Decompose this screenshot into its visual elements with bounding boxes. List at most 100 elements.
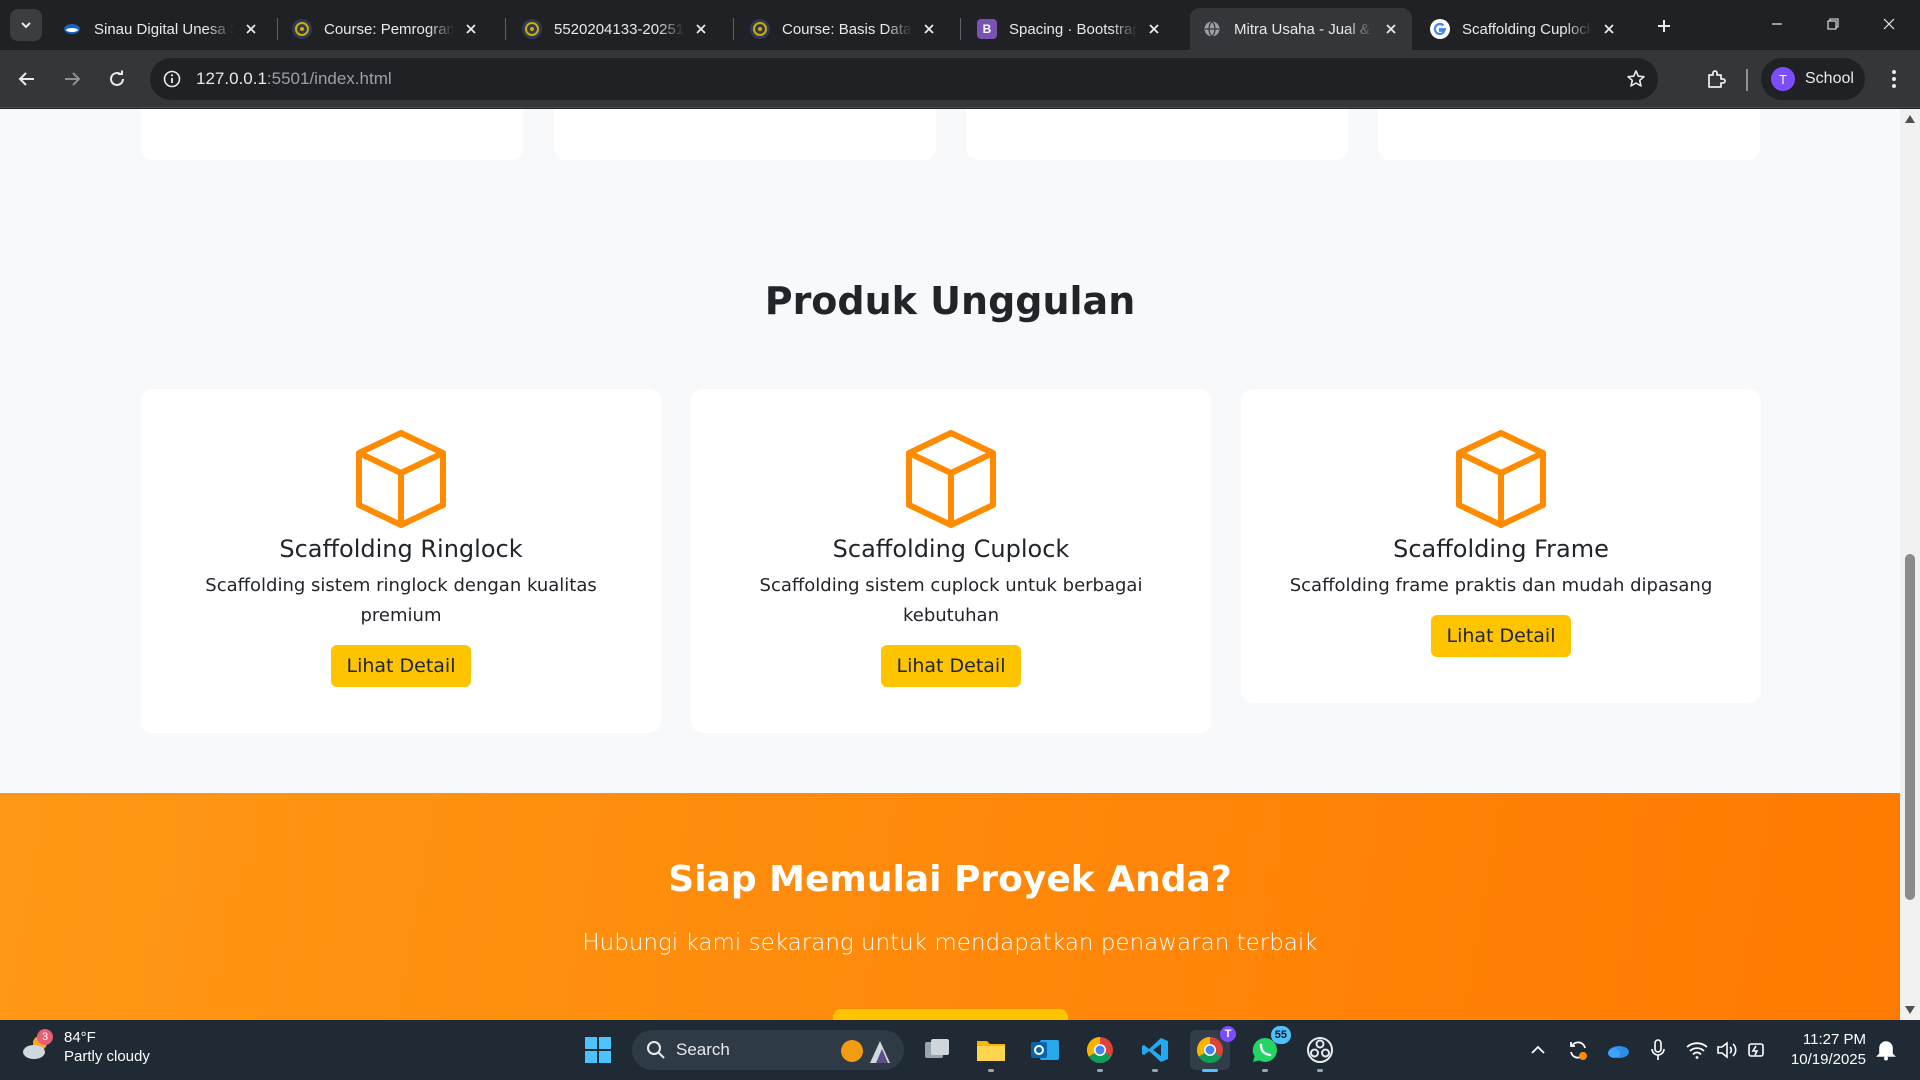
profile-badge: T — [1220, 1026, 1236, 1042]
volume-icon[interactable] — [1715, 1038, 1739, 1062]
minimize-icon — [1772, 23, 1782, 25]
tab-course-basis-data[interactable]: Course: Basis Data — [738, 8, 950, 50]
url-host: 127.0.0.1 — [196, 69, 267, 88]
taskbar-chrome-2[interactable]: T — [1190, 1026, 1236, 1072]
product-name: Scaffolding Cuplock — [832, 535, 1070, 563]
taskbar-search[interactable]: Search — [632, 1030, 904, 1070]
scroll-up-icon[interactable] — [1904, 113, 1916, 125]
toolbar-divider — [1746, 69, 1748, 91]
close-icon[interactable] — [1145, 20, 1163, 38]
view-detail-button[interactable]: Lihat Detail — [881, 645, 1021, 687]
start-button[interactable] — [578, 1030, 618, 1070]
tab-scaffolding-cuplock[interactable]: Scaffolding Cuplock — [1418, 8, 1630, 50]
view-detail-button[interactable]: Lihat Detail — [1431, 615, 1571, 657]
unesa-logo-icon — [750, 19, 770, 39]
partly-cloudy-icon: 3 — [20, 1029, 56, 1065]
chrome-icon — [1196, 1036, 1223, 1064]
close-icon[interactable] — [462, 20, 480, 38]
search-label: Search — [676, 1040, 730, 1059]
microphone-icon[interactable] — [1646, 1038, 1670, 1062]
site-info-icon[interactable] — [162, 69, 182, 89]
onedrive-icon[interactable] — [1606, 1038, 1630, 1062]
running-indicator — [1202, 1069, 1218, 1072]
unesa-logo-icon — [522, 19, 542, 39]
wifi-icon[interactable] — [1685, 1038, 1709, 1062]
puzzle-icon — [1708, 70, 1726, 88]
extensions-button[interactable] — [1700, 63, 1732, 95]
taskbar-vscode[interactable] — [1135, 1030, 1175, 1072]
product-description: Scaffolding frame praktis dan mudah dipa… — [1289, 575, 1713, 596]
page-viewport: Produk Unggulan Scaffolding Ringlock Sca… — [0, 109, 1920, 1020]
tab-title: Course: Pemrograma — [324, 20, 454, 38]
bookmark-star-icon[interactable] — [1624, 67, 1648, 91]
scroll-down-icon[interactable] — [1904, 1004, 1916, 1016]
chevron-up-icon — [1531, 1045, 1545, 1054]
browser-menu-button[interactable] — [1878, 63, 1910, 95]
tab-sinau-digital[interactable]: Sinau Digital Unesa S — [50, 8, 272, 50]
weather-widget[interactable]: 3 84°F Partly cloudy — [20, 1028, 150, 1066]
tab-course-5520204133[interactable]: 5520204133-20251-P — [510, 8, 722, 50]
close-icon[interactable] — [1600, 20, 1618, 38]
product-card-cuplock: Scaffolding Cuplock Scaffolding sistem c… — [691, 389, 1211, 733]
taskbar-outlook[interactable] — [1025, 1030, 1065, 1070]
close-icon[interactable] — [692, 20, 710, 38]
chrome-icon — [1086, 1036, 1113, 1064]
window-close-button[interactable] — [1866, 6, 1912, 42]
tab-separator — [505, 18, 506, 40]
weather-badge: 3 — [37, 1029, 53, 1045]
page-scrollbar[interactable] — [1900, 109, 1920, 1020]
notification-bell-icon[interactable] — [1874, 1038, 1898, 1062]
reload-button[interactable] — [101, 63, 133, 95]
profile-button[interactable]: T School — [1761, 58, 1865, 100]
battery-icon[interactable] — [1745, 1038, 1769, 1062]
view-detail-button[interactable]: Lihat Detail — [331, 645, 471, 687]
system-clock[interactable]: 11:27 PM 10/19/2025 — [1786, 1030, 1866, 1070]
tab-course-pemrograman[interactable]: Course: Pemrograma — [280, 8, 492, 50]
tab-mitra-usaha[interactable]: Mitra Usaha - Jual & — [1190, 8, 1412, 50]
tab-separator — [277, 18, 278, 40]
tab-bootstrap-spacing[interactable]: B Spacing · Bootstrap v — [965, 8, 1175, 50]
product-description: Scaffolding sistem ringlock dengan kuali… — [205, 575, 597, 626]
back-button[interactable] — [11, 63, 43, 95]
feature-card — [554, 109, 936, 160]
tab-title: Spacing · Bootstrap v — [1009, 20, 1137, 38]
running-indicator — [1152, 1069, 1158, 1072]
url-path: :5501/index.html — [266, 69, 392, 88]
restore-icon — [1827, 18, 1839, 30]
sync-tray-icon[interactable] — [1566, 1038, 1590, 1062]
taskbar-obs[interactable] — [1300, 1030, 1340, 1072]
folder-icon — [977, 1041, 1005, 1061]
scrollbar-thumb[interactable] — [1905, 554, 1915, 900]
taskbar-chrome-1[interactable] — [1080, 1030, 1120, 1072]
feature-card — [141, 109, 523, 160]
taskbar-whatsapp[interactable]: 55 — [1245, 1026, 1291, 1072]
section-title: Produk Unggulan — [764, 279, 1136, 323]
taskbar-file-explorer[interactable] — [971, 1030, 1011, 1072]
windows-icon — [585, 1037, 611, 1063]
close-icon[interactable] — [242, 20, 260, 38]
tab-separator — [733, 18, 734, 40]
close-icon[interactable] — [1382, 20, 1400, 38]
minimize-button[interactable] — [1754, 6, 1800, 42]
close-icon[interactable] — [920, 20, 938, 38]
new-tab-button[interactable] — [1650, 12, 1678, 40]
tab-search-button[interactable] — [10, 9, 42, 41]
unesa-sinau-icon — [62, 19, 82, 39]
show-hidden-icons[interactable] — [1526, 1038, 1550, 1062]
forward-button[interactable] — [56, 63, 88, 95]
restore-button[interactable] — [1810, 6, 1856, 42]
cta-button[interactable] — [833, 1009, 1068, 1020]
windows-taskbar: 3 84°F Partly cloudy Search T 55 11:27 P… — [0, 1020, 1920, 1080]
tab-strip: Sinau Digital Unesa S Course: Pemrograma… — [0, 0, 1920, 50]
address-bar[interactable]: 127.0.0.1:5501/index.html — [150, 58, 1658, 100]
vscode-icon — [1142, 1038, 1168, 1062]
tab-title: Sinau Digital Unesa S — [94, 20, 234, 38]
cta-section: Siap Memulai Proyek Anda? Hubungi kami s… — [0, 793, 1900, 1020]
chevron-down-icon — [21, 22, 31, 29]
bootstrap-icon: B — [977, 19, 997, 39]
cta-subtitle: Hubungi kami sekarang untuk mendapatkan … — [582, 930, 1318, 956]
task-view-button[interactable] — [917, 1030, 957, 1070]
box-icon — [356, 430, 446, 528]
running-indicator — [1317, 1069, 1323, 1072]
arrow-left-icon — [18, 72, 34, 86]
